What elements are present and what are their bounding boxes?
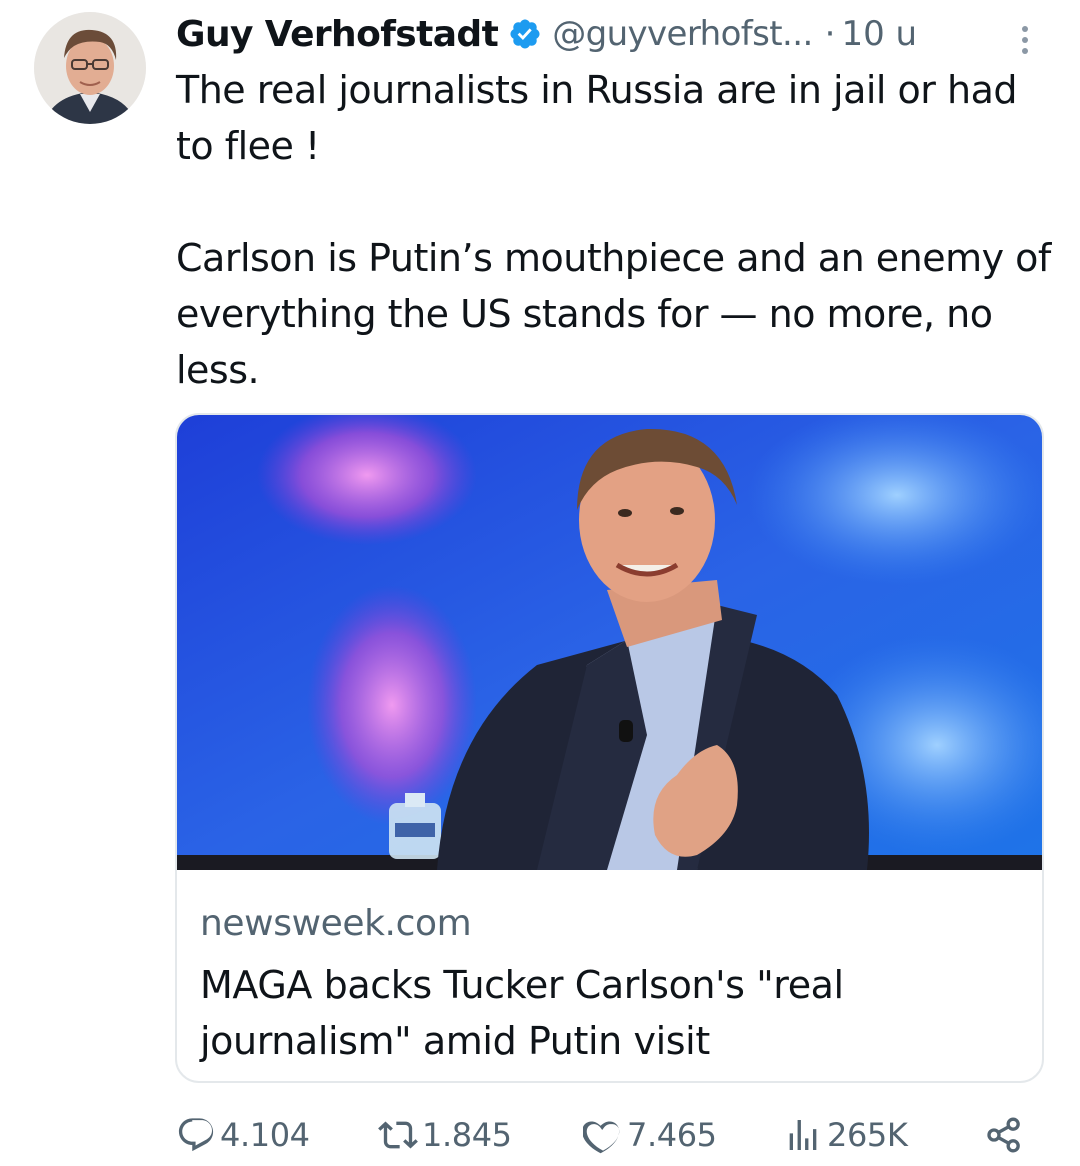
action-bar: 4.104 1.845 7.465 265K: [0, 1110, 1080, 1166]
tweet-text: The real journalists in Russia are in ja…: [176, 62, 1056, 398]
author-handle[interactable]: @guyverhofst...: [552, 14, 813, 54]
heart-icon: [583, 1115, 627, 1155]
share-button[interactable]: [984, 1110, 1028, 1160]
retweet-icon: [378, 1115, 422, 1155]
like-count: 7.465: [627, 1116, 717, 1154]
share-icon: [984, 1115, 1028, 1155]
card-domain: newsweek.com: [200, 903, 472, 944]
retweet-button[interactable]: 1.845: [378, 1110, 512, 1160]
more-options-icon[interactable]: [1008, 20, 1042, 60]
card-image[interactable]: [177, 415, 1042, 870]
retweet-count: 1.845: [422, 1116, 512, 1154]
tweet-header: Guy Verhofstadt @guyverhofst... · 10 u: [176, 12, 1046, 56]
author-name[interactable]: Guy Verhofstadt: [176, 14, 499, 55]
reply-icon: [176, 1115, 220, 1155]
like-button[interactable]: 7.465: [583, 1110, 717, 1160]
tweet-paragraph: Carlson is Putin’s mouthpiece and an ene…: [176, 236, 1051, 392]
views-button[interactable]: 265K: [783, 1110, 908, 1160]
avatar[interactable]: [34, 12, 146, 124]
link-card[interactable]: newsweek.com MAGA backs Tucker Carlson's…: [175, 413, 1044, 1083]
verified-badge-icon: [508, 17, 542, 51]
reply-count: 4.104: [220, 1116, 310, 1154]
reply-button[interactable]: 4.104: [176, 1110, 310, 1160]
views-icon: [783, 1115, 827, 1155]
card-title: MAGA backs Tucker Carlson's "real journa…: [200, 963, 844, 1063]
views-count: 265K: [827, 1116, 908, 1154]
timestamp[interactable]: 10 u: [841, 14, 917, 54]
tweet-paragraph: The real journalists in Russia are in ja…: [176, 68, 1018, 168]
separator-dot: ·: [824, 14, 836, 54]
